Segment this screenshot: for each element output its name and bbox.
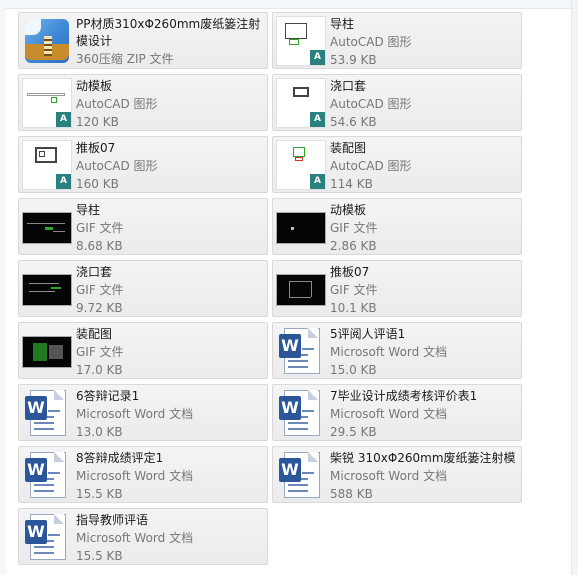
autocad-drawing-icon: A xyxy=(276,140,326,190)
word-document-icon: W xyxy=(276,388,326,438)
file-name: 指导教师评语 xyxy=(76,513,149,527)
file-type: 360压缩 ZIP 文件 xyxy=(76,52,174,66)
file-tile-cad[interactable]: A 装配图 AutoCAD 图形 114 KB xyxy=(272,136,522,193)
file-size: 160 KB xyxy=(76,177,119,191)
autocad-drawing-icon: A xyxy=(22,78,72,128)
file-type: GIF 文件 xyxy=(330,221,378,235)
file-type: Microsoft Word 文档 xyxy=(76,531,194,545)
file-type: Microsoft Word 文档 xyxy=(330,407,448,421)
file-name: 动模板 xyxy=(330,203,367,217)
file-type: GIF 文件 xyxy=(76,221,124,235)
file-tile-word[interactable]: W 5评阅人评语1 Microsoft Word 文档 15.0 KB xyxy=(272,322,522,379)
word-document-icon: W xyxy=(276,326,326,376)
file-name: 浇口套 xyxy=(330,79,367,93)
file-name: 推板07 xyxy=(76,141,116,155)
window-top-border xyxy=(0,0,578,9)
word-document-icon: W xyxy=(22,450,72,500)
file-size: 114 KB xyxy=(330,177,373,191)
file-type: AutoCAD 图形 xyxy=(330,97,412,111)
file-type: AutoCAD 图形 xyxy=(330,35,412,49)
file-tile-word[interactable]: W 6答辩记录1 Microsoft Word 文档 13.0 KB xyxy=(18,384,268,441)
file-name: 导柱 xyxy=(330,17,355,31)
file-name: 浇口套 xyxy=(76,265,113,279)
file-type: AutoCAD 图形 xyxy=(76,97,158,111)
file-size: 8.68 KB xyxy=(76,239,123,253)
file-tile-cad[interactable]: A 动模板 AutoCAD 图形 120 KB xyxy=(18,74,268,131)
file-type: Microsoft Word 文档 xyxy=(330,345,448,359)
file-size: 17.0 KB xyxy=(76,363,123,377)
file-name: 动模板 xyxy=(76,79,113,93)
file-name: 柴锐 310xΦ260mm废纸篓注射模 xyxy=(330,451,516,465)
file-name: 7毕业设计成绩考核评价表1 xyxy=(330,389,478,403)
file-name: 5评阅人评语1 xyxy=(330,327,406,341)
file-tile-zip[interactable]: PP材质310xΦ260mm废纸篓注射模设计 360压缩 ZIP 文件 xyxy=(18,12,268,69)
file-tile-word[interactable]: W 指导教师评语 Microsoft Word 文档 15.5 KB xyxy=(18,508,268,565)
file-type: Microsoft Word 文档 xyxy=(76,469,194,483)
file-tile-gif[interactable]: 推板07 GIF 文件 10.1 KB xyxy=(272,260,522,317)
autocad-drawing-icon: A xyxy=(22,140,72,190)
file-tile-gif[interactable]: 装配图 GIF 文件 17.0 KB xyxy=(18,322,268,379)
file-size: 29.5 KB xyxy=(330,425,377,439)
word-document-icon: W xyxy=(22,388,72,438)
file-name: 装配图 xyxy=(76,327,113,341)
file-tile-cad[interactable]: A 推板07 AutoCAD 图形 160 KB xyxy=(18,136,268,193)
file-type: GIF 文件 xyxy=(76,283,124,297)
file-type: Microsoft Word 文档 xyxy=(330,469,448,483)
zip-archive-icon xyxy=(22,16,72,66)
word-document-icon: W xyxy=(22,512,72,562)
gif-image-thumbnail xyxy=(22,274,72,306)
file-name: 6答辩记录1 xyxy=(76,389,140,403)
autocad-drawing-icon: A xyxy=(276,78,326,128)
file-size: 2.86 KB xyxy=(330,239,377,253)
file-tile-gif[interactable]: 浇口套 GIF 文件 9.72 KB xyxy=(18,260,268,317)
vertical-scrollbar[interactable] xyxy=(571,0,578,575)
file-size: 15.5 KB xyxy=(76,549,123,563)
file-size: 13.0 KB xyxy=(76,425,123,439)
file-tile-gif[interactable]: 导柱 GIF 文件 8.68 KB xyxy=(18,198,268,255)
left-pane-edge xyxy=(0,8,6,575)
gif-image-thumbnail xyxy=(276,212,326,244)
file-tile-cad[interactable]: A 导柱 AutoCAD 图形 53.9 KB xyxy=(272,12,522,69)
file-size: 15.5 KB xyxy=(76,487,123,501)
word-document-icon: W xyxy=(276,450,326,500)
file-tile-gif[interactable]: 动模板 GIF 文件 2.86 KB xyxy=(272,198,522,255)
gif-image-thumbnail xyxy=(276,274,326,306)
file-tile-word[interactable]: W 柴锐 310xΦ260mm废纸篓注射模 Microsoft Word 文档 … xyxy=(272,446,522,503)
autocad-drawing-icon: A xyxy=(276,16,326,66)
file-type: AutoCAD 图形 xyxy=(330,159,412,173)
file-size: 53.9 KB xyxy=(330,53,377,67)
file-name: 推板07 xyxy=(330,265,370,279)
file-type: GIF 文件 xyxy=(330,283,378,297)
file-size: 588 KB xyxy=(330,487,373,501)
file-size: 120 KB xyxy=(76,115,119,129)
gif-image-thumbnail xyxy=(22,212,72,244)
file-name: PP材质310xΦ260mm废纸篓注射模设计 xyxy=(76,17,261,48)
file-size: 54.6 KB xyxy=(330,115,377,129)
file-size: 9.72 KB xyxy=(76,301,123,315)
file-name: 装配图 xyxy=(330,141,367,155)
file-name: 导柱 xyxy=(76,203,101,217)
file-name: 8答辩成绩评定1 xyxy=(76,451,164,465)
file-tile-word[interactable]: W 8答辩成绩评定1 Microsoft Word 文档 15.5 KB xyxy=(18,446,268,503)
file-size: 10.1 KB xyxy=(330,301,377,315)
file-size: 15.0 KB xyxy=(330,363,377,377)
file-tile-word[interactable]: W 7毕业设计成绩考核评价表1 Microsoft Word 文档 29.5 K… xyxy=(272,384,522,441)
file-type: GIF 文件 xyxy=(76,345,124,359)
gif-image-thumbnail xyxy=(22,336,72,368)
file-type: AutoCAD 图形 xyxy=(76,159,158,173)
file-type: Microsoft Word 文档 xyxy=(76,407,194,421)
file-tile-cad[interactable]: A 浇口套 AutoCAD 图形 54.6 KB xyxy=(272,74,522,131)
